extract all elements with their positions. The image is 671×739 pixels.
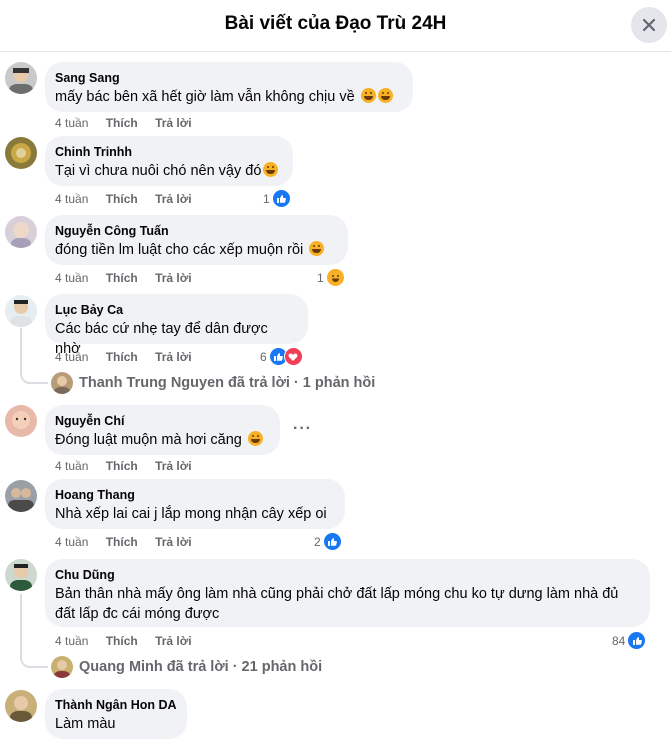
comment-text: Nhà xếp lai cai j lắp mong nhận cây xếp …: [55, 506, 327, 522]
thread-connector: [20, 372, 48, 384]
comment-bubble: Hoang Thang Nhà xếp lai cai j lắp mong n…: [45, 479, 345, 529]
like-reaction-icon: [271, 189, 291, 208]
grin-emoji-icon: [309, 241, 325, 256]
avatar[interactable]: [5, 480, 37, 512]
love-reaction-icon: [283, 347, 303, 366]
close-button[interactable]: [631, 7, 667, 43]
like-button[interactable]: Thích: [106, 634, 138, 648]
more-options-icon[interactable]: ···: [293, 420, 312, 438]
reply-button[interactable]: Trả lời: [155, 271, 192, 285]
laughing-emoji-icon: [377, 88, 393, 103]
comment-author[interactable]: Sang Sang: [55, 70, 401, 86]
comment-actions: 4 tuần Thích Trả lời: [55, 192, 206, 206]
avatar[interactable]: [5, 295, 37, 327]
comment-text: đất lấp đc cái móng được: [55, 606, 220, 622]
like-reaction-icon: [322, 532, 342, 551]
comment-text: Bản thân nhà mấy ông làm nhà cũng phải c…: [55, 586, 619, 602]
comment-bubble: Thành Ngân Hon DA Làm màu: [45, 689, 187, 739]
avatar[interactable]: [5, 137, 37, 169]
haha-reaction-icon: [325, 268, 345, 287]
like-button[interactable]: Thích: [106, 535, 138, 549]
avatar[interactable]: [5, 405, 37, 437]
comment-bubble: Lục Bảy Ca Các bác cứ nhẹ tay để dân đượ…: [45, 294, 308, 357]
laughing-emoji-icon: [247, 431, 263, 446]
reaction-summary[interactable]: 1: [317, 268, 345, 287]
comment-text: Đóng luật muộn mà hơi căng: [55, 432, 242, 448]
reply-button[interactable]: Trả lời: [155, 116, 192, 130]
comment-time[interactable]: 4 tuần: [55, 459, 88, 473]
comment-time[interactable]: 4 tuần: [55, 271, 88, 285]
reaction-summary[interactable]: 1: [263, 189, 291, 208]
reply-button[interactable]: Trả lời: [155, 535, 192, 549]
reply-summary-text: Thanh Trung Nguyen đã trả lời · 1 phản h…: [79, 375, 376, 391]
comment-actions: 4 tuần Thích Trả lời: [55, 634, 206, 648]
avatar[interactable]: [5, 690, 37, 722]
like-button[interactable]: Thích: [106, 350, 138, 364]
reaction-count: 1: [263, 191, 270, 206]
comment-author[interactable]: Thành Ngân Hon DA: [55, 697, 177, 713]
comment-author[interactable]: Hoang Thang: [55, 487, 333, 503]
comment-actions: 4 tuần Thích Trả lời: [55, 271, 206, 285]
reaction-count: 2: [314, 534, 321, 549]
comment-author[interactable]: Lục Bảy Ca: [55, 302, 296, 318]
reply-button[interactable]: Trả lời: [155, 634, 192, 648]
like-button[interactable]: Thích: [106, 459, 138, 473]
like-button[interactable]: Thích: [106, 192, 138, 206]
dialog-header: Bài viết của Đạo Trù 24H: [0, 0, 671, 52]
reaction-count: 1: [317, 270, 324, 285]
comment-bubble: Sang Sang mấy bác bên xã hết giờ làm vẫn…: [45, 62, 413, 112]
reply-avatar: [51, 372, 73, 394]
reaction-count: 84: [612, 633, 626, 648]
comment-bubble: Chu Dũng Bản thân nhà mấy ông làm nhà cũ…: [45, 559, 650, 627]
comment-time[interactable]: 4 tuần: [55, 634, 88, 648]
laughing-emoji-icon: [263, 162, 279, 177]
view-replies-link[interactable]: Thanh Trung Nguyen đã trả lời · 1 phản h…: [51, 372, 375, 394]
thread-connector: [20, 656, 48, 668]
reply-button[interactable]: Trả lời: [155, 459, 192, 473]
comment-time[interactable]: 4 tuần: [55, 116, 88, 130]
comment-text: mấy bác bên xã hết giờ làm vẫn không chị…: [55, 89, 355, 105]
comment-actions: 4 tuần Thích Trả lời: [55, 350, 206, 364]
reply-button[interactable]: Trả lời: [155, 192, 192, 206]
dialog-title: Bài viết của Đạo Trù 24H: [224, 13, 447, 34]
comment-actions: 4 tuần Thích Trả lời: [55, 116, 206, 130]
thread-line: [20, 328, 22, 372]
comment-author[interactable]: Nguyễn Công Tuấn: [55, 223, 336, 239]
avatar[interactable]: [5, 216, 37, 248]
comment-author[interactable]: Chinh Trinhh: [55, 144, 281, 160]
avatar[interactable]: [5, 559, 37, 591]
like-button[interactable]: Thích: [106, 116, 138, 130]
reaction-summary[interactable]: 6: [260, 347, 303, 366]
comment-bubble: Chinh Trinhh Tại vì chưa nuôi chó nên vậ…: [45, 136, 293, 186]
comment-actions: 4 tuần Thích Trả lời: [55, 459, 206, 473]
comment-time[interactable]: 4 tuần: [55, 350, 88, 364]
close-icon: [642, 18, 656, 32]
comment-text: Làm màu: [55, 716, 116, 732]
like-button[interactable]: Thích: [106, 271, 138, 285]
reaction-summary[interactable]: 84: [612, 631, 647, 650]
comment-time[interactable]: 4 tuần: [55, 192, 88, 206]
reaction-count: 6: [260, 349, 267, 364]
comment-text: Tại vì chưa nuôi chó nên vậy đó: [55, 163, 262, 179]
comment-author[interactable]: Chu Dũng: [55, 567, 638, 583]
comment-time[interactable]: 4 tuần: [55, 535, 88, 549]
like-reaction-icon: [627, 631, 647, 650]
comment-author[interactable]: Nguyễn Chí: [55, 413, 268, 429]
reply-button[interactable]: Trả lời: [155, 350, 192, 364]
view-replies-link[interactable]: Quang Minh đã trả lời · 21 phản hồi: [51, 656, 322, 678]
comment-bubble: Nguyễn Chí Đóng luật muộn mà hơi căng: [45, 405, 280, 455]
reply-avatar: [51, 656, 73, 678]
reply-summary-text: Quang Minh đã trả lời · 21 phản hồi: [79, 659, 323, 675]
comment-bubble: Nguyễn Công Tuấn đóng tiền lm luật cho c…: [45, 215, 348, 265]
reaction-summary[interactable]: 2: [314, 532, 342, 551]
comment-actions: 4 tuần Thích Trả lời: [55, 535, 206, 549]
comment-text: đóng tiền lm luật cho các xếp muộn rồi: [55, 242, 304, 258]
avatar[interactable]: [5, 62, 37, 94]
laughing-emoji-icon: [360, 88, 376, 103]
thread-line: [20, 594, 22, 656]
